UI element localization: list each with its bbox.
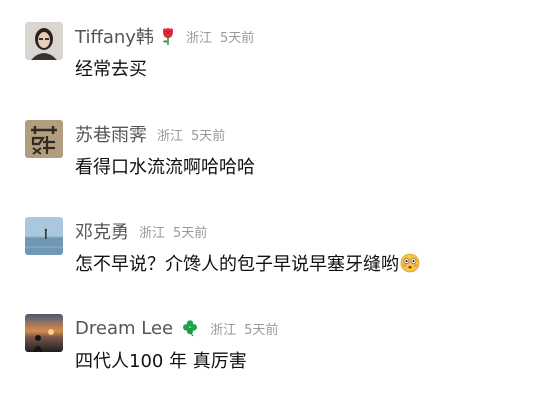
avatar[interactable] [25, 22, 63, 60]
four-leaf-clover-icon [182, 319, 198, 337]
comment-text: 经常去买 [75, 55, 147, 81]
username[interactable]: Dream Lee [75, 318, 173, 339]
timestamp: 5天前 [244, 322, 279, 338]
comment-text: 怎不早说？介馋人的包子早说早塞牙缝哟 [75, 250, 420, 276]
username[interactable]: 苏巷雨霁 [75, 121, 147, 147]
comment-text-content: 经常去买 [75, 59, 147, 80]
timestamp: 5天前 [191, 128, 226, 144]
comment-meta: Dream Lee 浙江 5天前 [75, 316, 278, 340]
avatar[interactable] [25, 217, 63, 255]
avatar[interactable] [25, 314, 63, 352]
flushed-face-emoji [400, 253, 420, 273]
comment-text-content: 怎不早说？介馋人的包子早说早塞牙缝哟 [75, 254, 399, 275]
username[interactable]: 邓克勇 [75, 218, 129, 244]
avatar[interactable] [25, 120, 63, 158]
location: 浙江 [185, 30, 212, 46]
comment-text: 四代人100 年 真厉害 [75, 347, 247, 373]
comment-meta: 邓克勇 浙江 5天前 [75, 219, 207, 243]
comment-meta: Tiffany韩 浙江 5天前 [75, 24, 254, 48]
location: 浙江 [210, 322, 237, 338]
comment-text-content: 看得口水流流啊哈哈哈 [75, 157, 255, 178]
avatar-image [25, 120, 63, 158]
username[interactable]: Tiffany韩 [75, 23, 154, 49]
avatar-image [25, 217, 63, 255]
timestamp: 5天前 [219, 30, 255, 46]
rose-icon [160, 27, 176, 45]
comment-text-content: 四代人100 年 真厉害 [75, 351, 247, 372]
comment-meta: 苏巷雨霁 浙江 5天前 [75, 122, 225, 146]
avatar-image [25, 22, 63, 60]
comment-text: 看得口水流流啊哈哈哈 [75, 153, 255, 179]
timestamp: 5天前 [173, 225, 208, 241]
location: 浙江 [139, 225, 166, 241]
avatar-image [25, 314, 63, 352]
location: 浙江 [157, 128, 184, 144]
